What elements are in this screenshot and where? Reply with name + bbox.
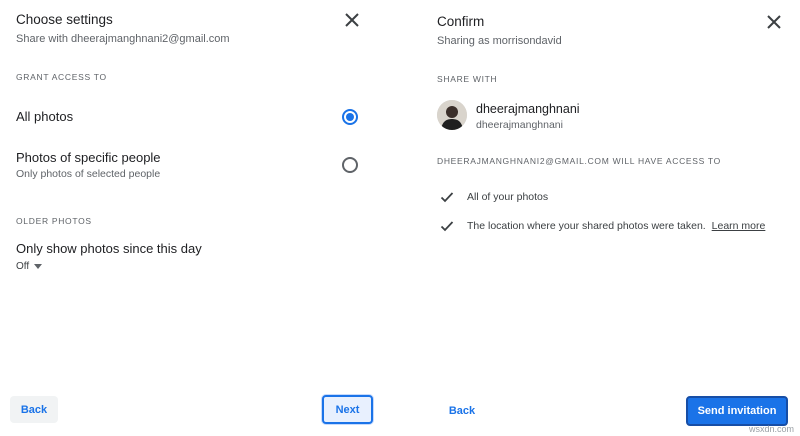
next-button[interactable]: Next	[322, 395, 373, 424]
older-photos-heading: OLDER PHOTOS	[16, 216, 92, 226]
confirm-subtitle: Sharing as morrisondavid	[437, 35, 562, 47]
option-specific-people-label: Photos of specific people	[16, 150, 161, 165]
watermark: wsxdn.com	[748, 424, 794, 434]
back-button[interactable]: Back	[10, 396, 58, 423]
confirm-panel: Confirm Sharing as morrisondavid SHARE W…	[420, 0, 800, 436]
grant-access-heading: GRANT ACCESS TO	[16, 72, 107, 82]
share-with-heading: SHARE WITH	[437, 74, 498, 84]
contact-email: dheerajmanghnani	[476, 119, 563, 131]
older-photos-dropdown[interactable]: Off	[16, 261, 43, 272]
confirm-title: Confirm	[437, 14, 485, 29]
access-item-location: The location where your shared photos we…	[467, 220, 765, 232]
older-photos-value: Off	[16, 261, 30, 272]
close-icon[interactable]	[766, 14, 782, 30]
back-button[interactable]: Back	[438, 398, 486, 424]
avatar	[437, 100, 467, 130]
access-heading: DHEERAJMANGHNANI2@GMAIL.COM WILL HAVE AC…	[437, 156, 721, 166]
caret-down-icon	[34, 264, 43, 269]
settings-title: Choose settings	[16, 12, 113, 27]
settings-subtitle: Share with dheerajmanghnani2@gmail.com	[16, 33, 230, 45]
choose-settings-panel: Choose settings Share with dheerajmanghn…	[0, 0, 400, 436]
close-icon[interactable]	[344, 12, 360, 28]
all-photos-radio[interactable]	[342, 109, 358, 125]
option-all-photos-label: All photos	[16, 109, 74, 124]
older-photos-label: Only show photos since this day	[16, 241, 202, 256]
contact-name: dheerajmanghnani	[476, 102, 580, 116]
learn-more-link[interactable]: Learn more	[712, 220, 766, 232]
specific-people-radio[interactable]	[342, 157, 358, 173]
check-icon	[440, 219, 454, 233]
access-item-all-photos: All of your photos	[467, 191, 549, 203]
access-item-location-text: The location where your shared photos we…	[467, 220, 706, 232]
send-invitation-button[interactable]: Send invitation	[686, 396, 788, 426]
option-specific-people-sublabel: Only photos of selected people	[16, 168, 161, 180]
check-icon	[440, 190, 454, 204]
